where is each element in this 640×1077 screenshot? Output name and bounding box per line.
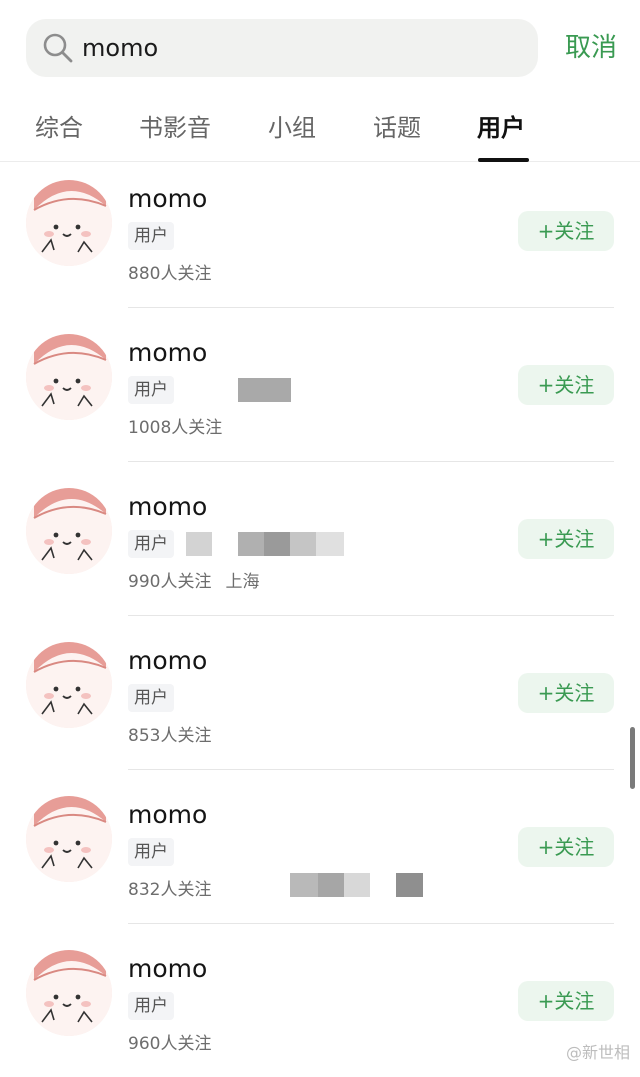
tab-comprehensive[interactable]: 综合 — [35, 108, 83, 148]
follower-count: 990人关注 — [128, 572, 212, 592]
follower-count: 853人关注 — [128, 726, 212, 746]
redacted-block — [318, 873, 344, 897]
avatar — [26, 180, 112, 266]
search-icon — [43, 33, 73, 63]
follower-count: 832人关注 — [128, 880, 212, 900]
follower-count: 880人关注 — [128, 264, 212, 284]
search-header: 取消 — [0, 0, 640, 96]
search-input[interactable] — [82, 19, 522, 77]
follower-count: 1008人关注 — [128, 418, 223, 438]
user-name[interactable]: momo — [128, 646, 207, 675]
row-divider — [128, 461, 614, 462]
follow-button[interactable]: +关注 — [518, 365, 614, 405]
redacted-block — [316, 532, 344, 556]
user-name[interactable]: momo — [128, 800, 207, 829]
list-item[interactable]: momo 用户 1008人关注 +关注 — [0, 318, 640, 472]
list-item[interactable]: momo 用户 832人关注 +关注 — [0, 780, 640, 934]
user-name[interactable]: momo — [128, 492, 207, 521]
follow-button[interactable]: +关注 — [518, 673, 614, 713]
user-name[interactable]: momo — [128, 954, 207, 983]
row-divider — [128, 923, 614, 924]
tab-books-movies-music[interactable]: 书影音 — [139, 108, 211, 148]
follow-button[interactable]: +关注 — [518, 211, 614, 251]
user-type-badge: 用户 — [128, 684, 174, 712]
follower-count: 960人关注 — [128, 1034, 212, 1054]
follow-button[interactable]: +关注 — [518, 519, 614, 559]
list-item[interactable]: momo 用户 960人关注 +关注 — [0, 934, 640, 1077]
list-item[interactable]: momo 用户 853人关注 +关注 — [0, 626, 640, 780]
user-meta: 960人关注 — [128, 1029, 211, 1054]
list-item[interactable]: momo 用户 990人关注 上海 +关注 — [0, 472, 640, 626]
row-divider — [128, 615, 614, 616]
redacted-block — [290, 532, 316, 556]
tab-bar: 综合 书影音 小组 话题 用户 — [0, 96, 640, 162]
search-results-page: 取消 综合 书影音 小组 话题 用户 m — [0, 0, 640, 1077]
user-name[interactable]: momo — [128, 184, 207, 213]
scrollbar[interactable] — [630, 727, 635, 789]
redacted-block — [264, 532, 290, 556]
avatar — [26, 950, 112, 1036]
user-meta: 990人关注 上海 — [128, 567, 259, 592]
user-type-badge: 用户 — [128, 992, 174, 1020]
user-name[interactable]: momo — [128, 338, 207, 367]
row-divider — [128, 307, 614, 308]
search-box[interactable] — [26, 19, 538, 77]
avatar — [26, 334, 112, 420]
redacted-block — [396, 873, 423, 897]
tab-groups[interactable]: 小组 — [268, 108, 316, 148]
redacted-block — [238, 378, 291, 402]
redacted-block — [290, 873, 318, 897]
tab-users[interactable]: 用户 — [477, 108, 525, 148]
user-meta: 832人关注 — [128, 875, 211, 900]
avatar — [26, 796, 112, 882]
user-type-badge: 用户 — [128, 222, 174, 250]
avatar — [26, 642, 112, 728]
active-tab-indicator — [478, 158, 529, 162]
tab-topics[interactable]: 话题 — [373, 108, 421, 148]
list-item[interactable]: momo 用户 880人关注 +关注 — [0, 164, 640, 318]
cancel-button[interactable]: 取消 — [556, 26, 626, 70]
avatar — [26, 488, 112, 574]
row-divider — [128, 769, 614, 770]
redacted-block — [238, 532, 264, 556]
user-type-badge: 用户 — [128, 376, 174, 404]
redacted-block — [344, 873, 370, 897]
follow-button[interactable]: +关注 — [518, 981, 614, 1021]
redacted-block — [186, 532, 212, 556]
user-meta: 853人关注 — [128, 721, 211, 746]
user-type-badge: 用户 — [128, 838, 174, 866]
user-location: 上海 — [225, 572, 260, 592]
user-meta: 880人关注 — [128, 259, 211, 284]
user-type-badge: 用户 — [128, 530, 174, 558]
watermark: @新世相 — [565, 1043, 630, 1062]
user-meta: 1008人关注 — [128, 413, 222, 438]
follow-button[interactable]: +关注 — [518, 827, 614, 867]
